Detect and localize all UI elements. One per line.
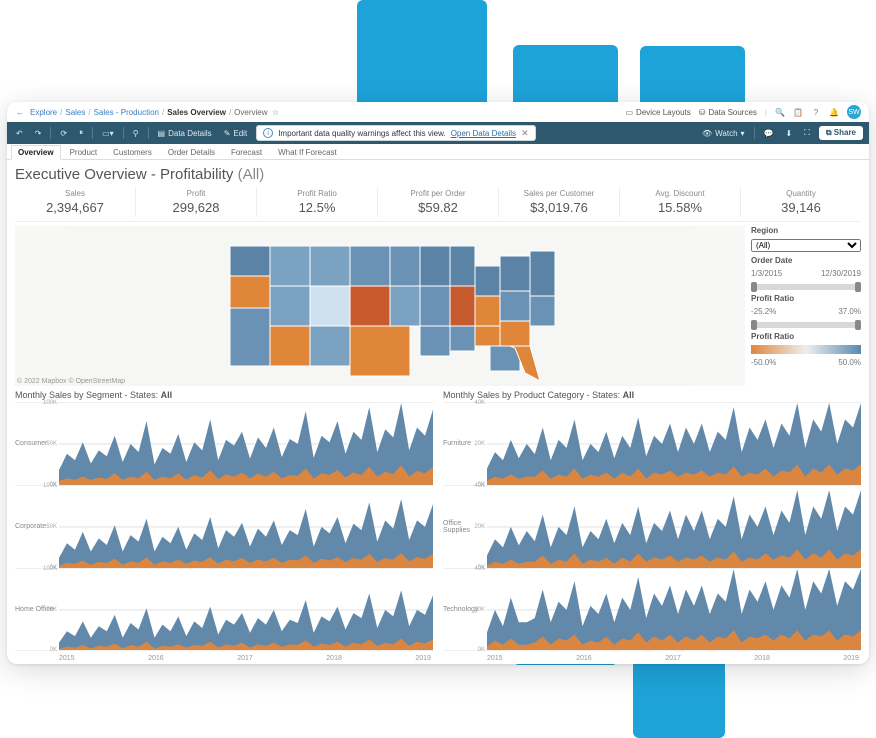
kpi-sales: Sales2,394,667 — [15, 187, 135, 217]
profit-ratio-max: 37.0% — [838, 307, 861, 316]
favorite-star-icon[interactable]: ☆ — [271, 107, 281, 117]
top-bar: ← Explore/ Sales/ Sales - Production/ Sa… — [7, 102, 869, 122]
data-quality-banner: i Important data quality warnings affect… — [256, 125, 535, 141]
mini-chart[interactable]: 0K20K40K — [487, 403, 861, 485]
notifications-bell-icon[interactable]: 🔔 — [829, 107, 839, 117]
mini-chart[interactable]: 0K20K40K — [487, 486, 861, 568]
mini-chart[interactable]: 0K20K40K — [487, 569, 861, 651]
profit-ratio2-min: -50.0% — [751, 358, 776, 367]
orderdate-label: Order Date — [751, 256, 861, 265]
tab-forecast[interactable]: Forecast — [224, 145, 269, 159]
crumb-sales-production[interactable]: Sales - Production — [94, 108, 159, 117]
color-legend — [751, 345, 861, 354]
fullscreen-icon[interactable]: ⛶ — [801, 128, 813, 138]
info-icon: i — [263, 128, 273, 138]
back-icon[interactable]: ← — [15, 107, 25, 117]
kpi-quantity: Quantity39,146 — [740, 187, 861, 217]
avatar[interactable]: SW — [847, 105, 861, 119]
orderdate-from: 1/3/2015 — [751, 269, 782, 278]
kpi-profit-per-order: Profit per Order$59.82 — [377, 187, 498, 217]
open-data-details-link[interactable]: Open Data Details — [451, 129, 516, 138]
profit-ratio-label: Profit Ratio — [751, 294, 861, 303]
database-icon: ⛁ — [699, 108, 706, 117]
banner-close-icon[interactable]: ✕ — [521, 128, 529, 139]
alert-icon[interactable]: ⚲ — [130, 129, 142, 138]
share-button[interactable]: ⧉ Share — [819, 126, 863, 140]
view-icon[interactable]: ▭▾ — [99, 129, 117, 138]
segment-charts: Monthly Sales by Segment - States: All C… — [15, 390, 433, 662]
crumb-sales[interactable]: Sales — [65, 108, 85, 117]
search-icon[interactable]: 🔍 — [775, 107, 785, 117]
orderdate-to: 12/30/2019 — [821, 269, 861, 278]
orderdate-slider[interactable] — [751, 284, 861, 290]
filters-panel: Region (All) Order Date 1/3/2015 12/30/20… — [751, 226, 861, 386]
clipboard-icon[interactable]: 📋 — [793, 107, 803, 117]
tab-product[interactable]: Product — [63, 145, 105, 159]
tab-order-details[interactable]: Order Details — [161, 145, 222, 159]
toolbar: ↶ ↷ ⟳ ⏸ ▭▾ ⚲ ▤ Data Details ✎ Edit i Imp… — [7, 122, 869, 144]
mini-chart[interactable]: 0K50K100K — [59, 569, 433, 651]
region-label: Region — [751, 226, 861, 235]
kpi-profit: Profit299,628 — [135, 187, 256, 217]
refresh-icon[interactable]: ⟳ — [57, 129, 70, 138]
undo-icon[interactable]: ↶ — [13, 129, 26, 138]
crumb-leaf: Overview — [234, 108, 267, 117]
tab-overview[interactable]: Overview — [11, 145, 61, 160]
mini-chart[interactable]: 0K50K100K — [59, 403, 433, 485]
data-details-button[interactable]: ▤ Data Details — [155, 129, 215, 138]
profitability-map[interactable]: © 2022 Mapbox © OpenStreetMap — [15, 226, 745, 386]
profit-ratio-min: -25.2% — [751, 307, 776, 316]
kpi-sales-per-customer: Sales per Customer$3,019.76 — [498, 187, 619, 217]
kpi-row: Sales2,394,667Profit299,628Profit Ratio1… — [15, 187, 861, 222]
region-select[interactable]: (All) — [751, 239, 861, 252]
app-window: ← Explore/ Sales/ Sales - Production/ Sa… — [7, 102, 869, 664]
banner-text: Important data quality warnings affect t… — [278, 129, 446, 138]
kpi-avg.-discount: Avg. Discount15.58% — [619, 187, 740, 217]
help-icon[interactable]: ? — [811, 107, 821, 117]
redo-icon[interactable]: ↷ — [32, 129, 45, 138]
breadcrumb: Explore/ Sales/ Sales - Production/ Sale… — [30, 107, 281, 117]
map-attribution: © 2022 Mapbox © OpenStreetMap — [17, 378, 125, 385]
sheet-tabs: OverviewProductCustomersOrder DetailsFor… — [7, 144, 869, 160]
crumb-explore[interactable]: Explore — [30, 108, 57, 117]
device-icon: ▭ — [625, 108, 633, 117]
tab-customers[interactable]: Customers — [106, 145, 159, 159]
page-title: Executive Overview - Profitability (All) — [15, 166, 861, 183]
data-sources-button[interactable]: ⛁Data Sources — [699, 108, 757, 117]
profit-ratio2-max: 50.0% — [838, 358, 861, 367]
profit-ratio2-label: Profit Ratio — [751, 332, 861, 341]
crumb-sales-overview[interactable]: Sales Overview — [167, 108, 226, 117]
profit-ratio-slider[interactable] — [751, 322, 861, 328]
kpi-profit-ratio: Profit Ratio12.5% — [256, 187, 377, 217]
device-layouts-button[interactable]: ▭Device Layouts — [625, 108, 690, 117]
tab-what-if-forecast[interactable]: What If Forecast — [271, 145, 344, 159]
watch-button[interactable]: 👁 Watch ▾ — [699, 129, 748, 138]
pause-icon[interactable]: ⏸ — [76, 128, 86, 138]
dashboard-content: Executive Overview - Profitability (All)… — [7, 160, 869, 664]
mini-chart[interactable]: 0K50K100K — [59, 486, 433, 568]
edit-button[interactable]: ✎ Edit — [221, 129, 251, 138]
comments-icon[interactable]: 💬 — [761, 129, 777, 138]
category-charts: Monthly Sales by Product Category - Stat… — [443, 390, 861, 662]
download-icon[interactable]: ⬇ — [783, 129, 796, 138]
